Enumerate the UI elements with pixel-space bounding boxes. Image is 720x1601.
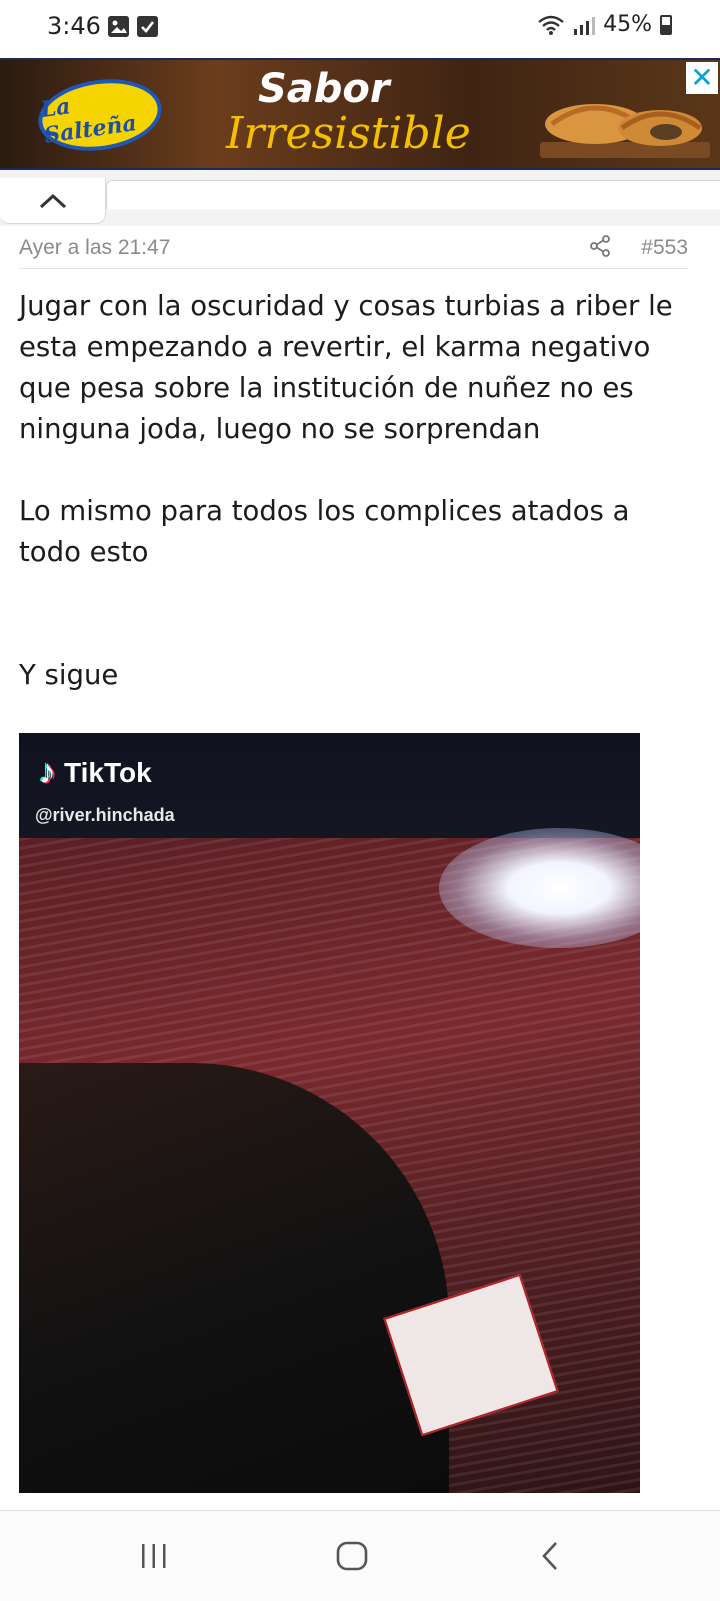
ad-close-button[interactable]: ✕ [686, 62, 718, 94]
chevron-up-icon [39, 193, 66, 208]
collapse-button[interactable] [0, 178, 106, 224]
tiktok-note-icon: ♪ [39, 753, 56, 791]
ad-headline-1: Sabor [258, 66, 390, 112]
check-box-icon [137, 16, 158, 37]
post-body: Jugar con la oscuridad y cosas turbias a… [19, 286, 699, 696]
back-icon [542, 1542, 557, 1570]
status-system-icons: 45% [537, 12, 672, 37]
tiktok-handle: @river.hinchada [35, 805, 175, 825]
ad-brand-logo: La Salteña [33, 71, 167, 159]
ad-banner[interactable]: La Salteña Sabor Irresistible ✕ [0, 58, 720, 170]
system-nav-bar [0, 1510, 720, 1601]
post-meta: Ayer a las 21:47 #553 [19, 232, 688, 269]
status-time: 3:46 [47, 12, 101, 40]
status-bar: 3:46 45% [0, 0, 720, 58]
tiktok-logo: ♪ TikTok [39, 753, 152, 792]
post-date[interactable]: Ayer a las 21:47 [19, 236, 170, 260]
home-button[interactable] [322, 1533, 382, 1579]
forum-post: Ayer a las 21:47 #553 Jugar con la oscur… [0, 226, 720, 1510]
back-button[interactable] [520, 1533, 580, 1579]
home-icon [336, 1541, 368, 1571]
ad-headline-2: Irresistible [226, 108, 471, 159]
tiktok-brand: TikTok [64, 756, 152, 788]
empanada-image [540, 104, 710, 158]
gallery-icon [108, 16, 129, 37]
post-number[interactable]: #553 [641, 236, 688, 260]
wifi-icon [538, 15, 564, 35]
status-notification-icons [108, 16, 158, 37]
tiktok-video-embed[interactable]: ♪ TikTok @river.hinchada [19, 733, 640, 1493]
recent-apps-button[interactable] [124, 1533, 184, 1579]
collapse-strip [0, 170, 720, 226]
share-icon[interactable] [588, 234, 612, 258]
battery-text: 45% [603, 12, 652, 37]
post-paragraph: Y sigue [19, 659, 119, 691]
collapse-strip-inner [106, 180, 720, 209]
recent-apps-icon [142, 1544, 166, 1568]
post-paragraph: Jugar con la oscuridad y cosas turbias a… [19, 290, 673, 445]
signal-icon [574, 16, 596, 35]
post-paragraph: Lo mismo para todos los complices atados… [19, 495, 630, 568]
ad-brand-text: La Salteña [38, 93, 139, 149]
battery-icon [660, 14, 672, 35]
